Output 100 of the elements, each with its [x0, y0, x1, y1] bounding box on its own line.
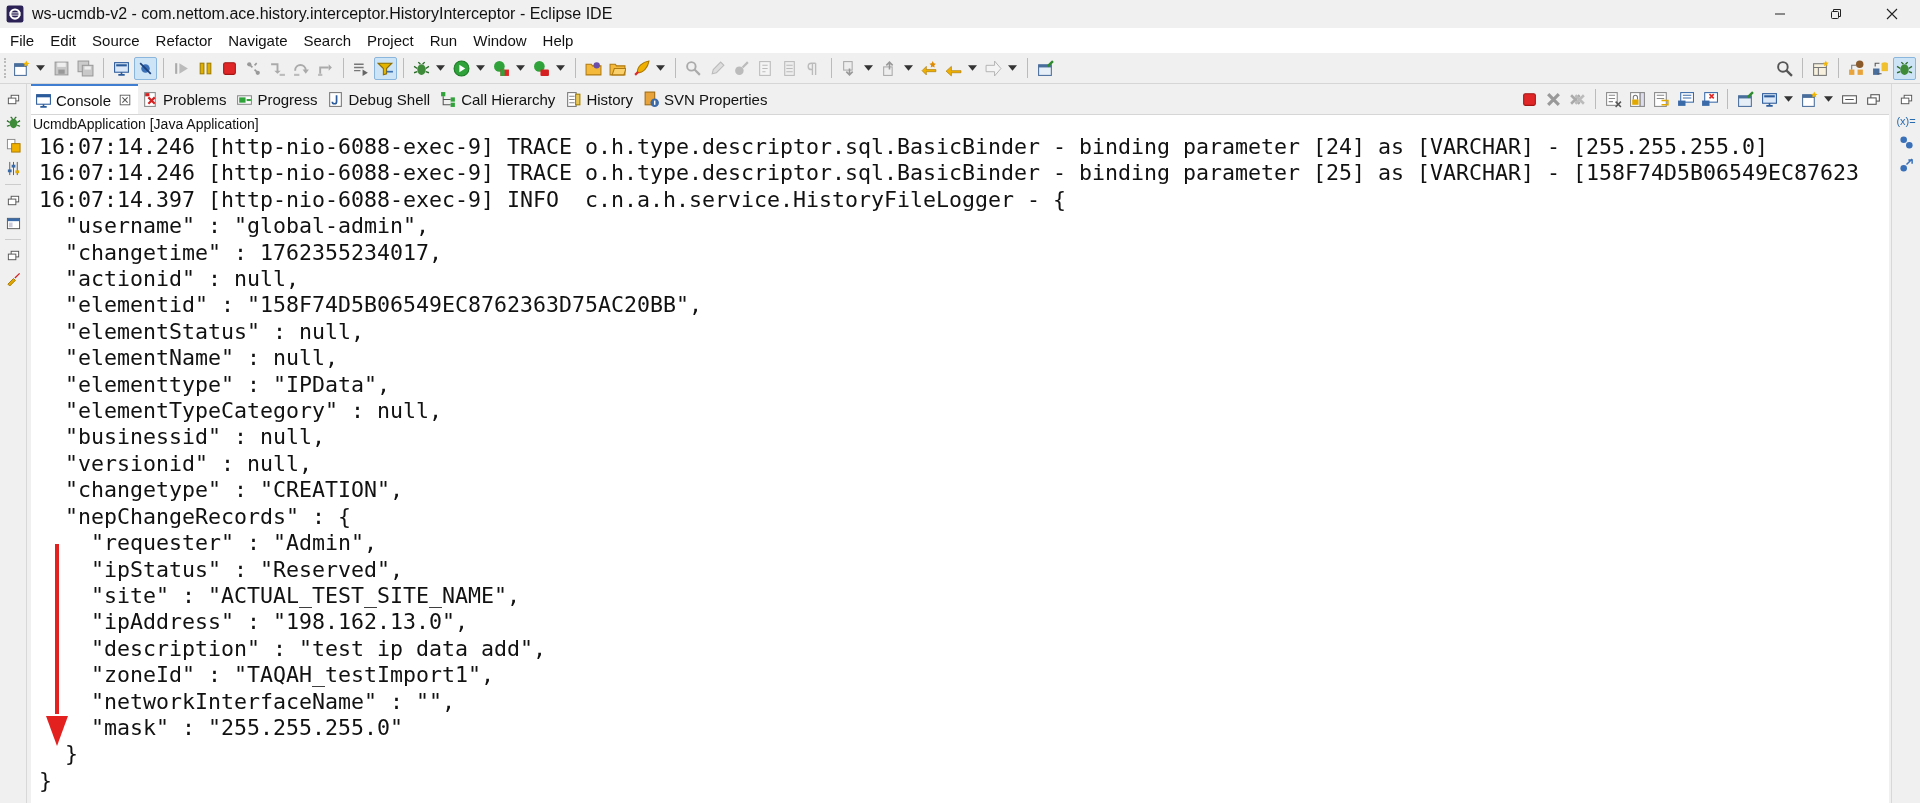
team-sync-icon: [1872, 59, 1889, 77]
coverage-icon: [493, 59, 510, 77]
menu-item[interactable]: Run: [421, 32, 466, 49]
bug-icon[interactable]: [5, 115, 21, 130]
scroll-lock-icon: [1629, 90, 1646, 108]
menu-item[interactable]: Project: [359, 32, 422, 49]
menu-item[interactable]: Edit: [42, 32, 85, 49]
menu-item[interactable]: Help: [534, 32, 582, 49]
toolbar-button[interactable]: [1893, 56, 1916, 80]
page-icon: [781, 59, 798, 77]
caret-icon[interactable]: [1008, 65, 1017, 71]
menu-item[interactable]: Navigate: [220, 32, 296, 49]
variables-tab[interactable]: (x)=: [1896, 115, 1916, 127]
console-line: "versionid" : null,: [64, 450, 312, 478]
close-icon: [1884, 6, 1900, 22]
external-tools-icon: [533, 59, 550, 77]
pencil-icon: [709, 59, 726, 77]
menu-item[interactable]: Search: [295, 32, 359, 49]
view-tab[interactable]: Problems: [138, 84, 233, 114]
floppy-disks-icon: [77, 59, 94, 77]
debug-shell-icon: [327, 90, 345, 108]
restore-icon[interactable]: [5, 248, 21, 263]
console-line: "ipAddress" : "198.162.13.0",: [90, 609, 469, 636]
pinned-window-icon: [1037, 59, 1054, 77]
rocket-icon: [633, 59, 650, 77]
console-line: 16:07:14.397 [http-nio-6088-exec-9] INFO c.n.a.h.service.HistoryFileLogger - {: [39, 186, 1067, 214]
console-line: "elementName" : null,: [64, 345, 338, 372]
disconnect-icon: [245, 59, 262, 77]
caret-icon[interactable]: [1824, 96, 1833, 102]
call-hierarchy-icon: [440, 90, 458, 108]
console-line: "username" : "global-admin",: [64, 213, 430, 240]
caret-icon[interactable]: [904, 65, 913, 71]
console-icon: [35, 91, 52, 109]
minimize-icon: [1775, 13, 1785, 15]
perspective-icon: [1812, 59, 1829, 77]
monitor-icon: [1761, 90, 1778, 108]
window-icon[interactable]: [5, 216, 21, 231]
console-line: "changetime" : 1762355234017,: [64, 239, 443, 267]
console-line: "actionid" : null,: [64, 266, 299, 293]
console-line: "mask" : "255.255.255.0": [90, 714, 403, 742]
restore-icon[interactable]: [1898, 92, 1914, 107]
svn-properties-icon: [643, 90, 661, 108]
close-icon[interactable]: [118, 93, 133, 107]
view-tab[interactable]: SVN Properties: [639, 84, 774, 114]
bug-icon: [1896, 59, 1913, 77]
restore-icon[interactable]: [5, 92, 21, 107]
console-line: "businessid" : null,: [64, 424, 325, 451]
console-line: "elementTypeCategory" : null,: [64, 398, 443, 425]
view-tab[interactable]: Call Hierarchy: [436, 84, 562, 114]
caret-icon[interactable]: [968, 65, 977, 71]
caret-icon[interactable]: [516, 65, 525, 71]
console-line: "site" : "ACTUAL_TEST_SITE_NAME",: [90, 582, 521, 610]
view-tab[interactable]: Debug Shell: [323, 84, 437, 114]
console-line: 16:07:14.246 [http-nio-6088-exec-9] TRACE o.h.type.descriptor.sql.BasicBinder - binding parameter [25] as [VARCHAR] - [158F74D5B06549EC87623: [39, 160, 1860, 187]
console-line: "elementid" : "158F74D5B06549EC8762363D75AC20BB",: [64, 292, 703, 319]
stop-icon: [221, 59, 238, 77]
word-wrap-icon: [1653, 90, 1670, 108]
menu-item[interactable]: Window: [465, 32, 535, 49]
view-tab[interactable]: Progress: [232, 84, 324, 114]
document-icon: [757, 59, 774, 77]
menu-item[interactable]: File: [2, 32, 43, 49]
hierarchy-icon: [1848, 59, 1865, 77]
caret-icon[interactable]: [556, 65, 565, 71]
caret-icon[interactable]: [476, 65, 485, 71]
console-line: "elementtype" : "IPData",: [64, 371, 390, 399]
magnifier-icon: [685, 59, 702, 77]
stop-icon: [1521, 90, 1538, 108]
console-line: 16:07:14.246 [http-nio-6088-exec-9] TRACE o.h.type.descriptor.sql.BasicBinder - binding parameter [24] as [VARCHAR] - [255.255.255.0]: [39, 134, 1769, 161]
toolbar-button[interactable]: [374, 56, 397, 80]
restore-icon: [1828, 6, 1844, 22]
new-window-icon: [13, 59, 30, 77]
caret-icon[interactable]: [656, 65, 665, 71]
console-line: "requester" : "Admin",: [90, 530, 377, 557]
menu-item[interactable]: Source: [84, 32, 148, 49]
console-message-icon: [1677, 90, 1694, 108]
expressions-icon[interactable]: [1898, 158, 1914, 173]
folder-icon: [585, 59, 602, 77]
toolbar-button[interactable]: [134, 56, 157, 80]
run-icon: [453, 59, 470, 77]
console-line: "nepChangeRecords" : {: [64, 503, 351, 531]
console-line: "description" : "test ip data add",: [90, 635, 547, 663]
breakpoints-icon[interactable]: [1898, 135, 1914, 150]
console-line: }: [39, 767, 52, 795]
copy-icon[interactable]: [5, 138, 21, 153]
caret-icon[interactable]: [1784, 96, 1793, 102]
forward-arrow-icon: [985, 59, 1002, 77]
console-cross-icon: [1701, 90, 1718, 108]
document-cross-icon: [1605, 90, 1622, 108]
caret-icon[interactable]: [436, 65, 445, 71]
caret-icon[interactable]: [864, 65, 873, 71]
caret-icon[interactable]: [36, 65, 45, 71]
back-arrow-icon: [921, 59, 938, 77]
menu-item[interactable]: Refactor: [147, 32, 221, 49]
sliders-icon[interactable]: [5, 161, 21, 176]
restore-icon[interactable]: [5, 193, 21, 208]
monitor-icon: [113, 59, 130, 77]
console-line: "elementStatus" : null,: [64, 318, 364, 346]
view-tab[interactable]: Console: [31, 84, 139, 114]
remove-icon: [1545, 90, 1562, 108]
view-tab[interactable]: History: [561, 84, 640, 114]
